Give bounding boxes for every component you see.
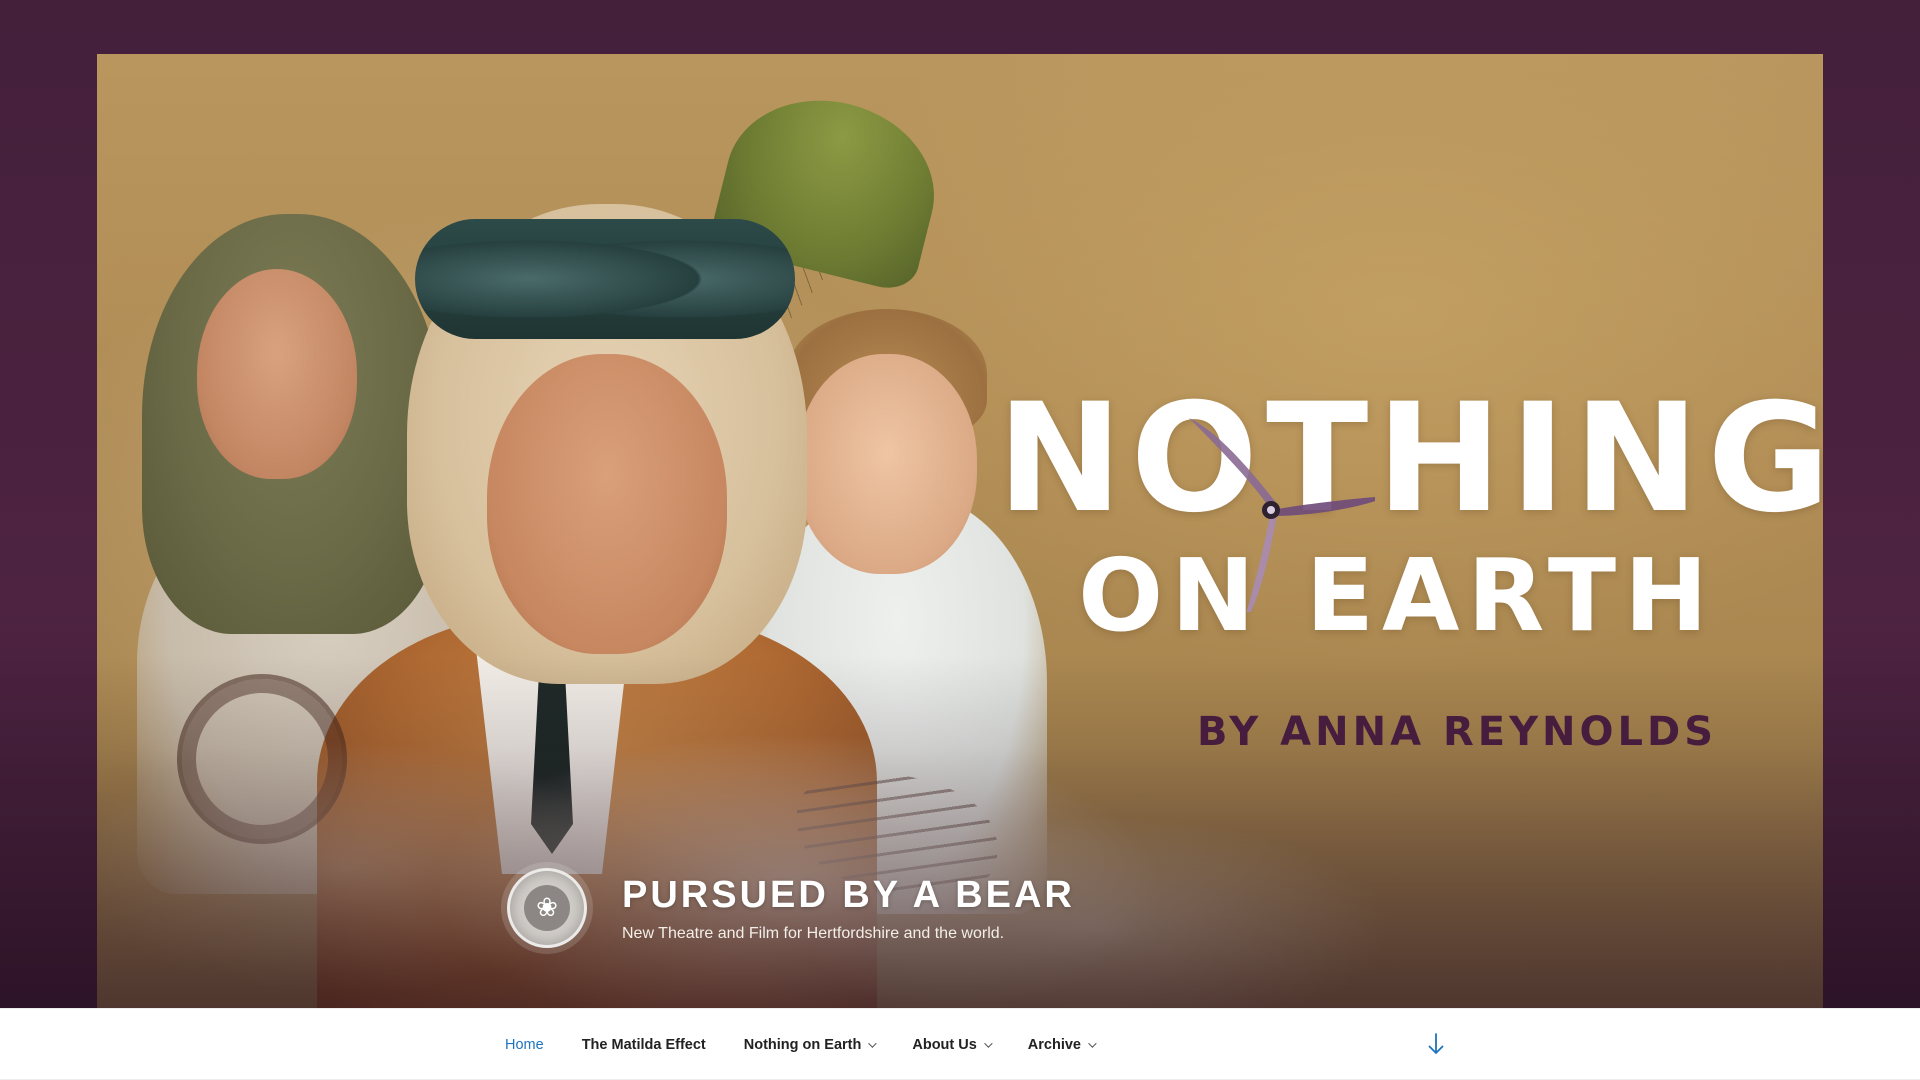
main-navigation: Home The Matilda Effect Nothing on Earth… bbox=[0, 1008, 1920, 1080]
paw-icon: ❀ bbox=[524, 885, 570, 931]
nav-item-the-matilda-effect[interactable]: The Matilda Effect bbox=[563, 1009, 725, 1080]
nav-item-home[interactable]: Home bbox=[486, 1009, 563, 1080]
figure-right-face bbox=[797, 354, 977, 574]
nav-item-label: Home bbox=[505, 1037, 544, 1053]
nav-item-archive[interactable]: Archive bbox=[1009, 1009, 1113, 1080]
nav-menu: Home The Matilda Effect Nothing on Earth… bbox=[486, 1009, 1113, 1080]
nav-item-label: The Matilda Effect bbox=[581, 1037, 706, 1053]
chevron-down-icon bbox=[868, 1039, 878, 1048]
nav-item-label: About Us bbox=[912, 1037, 977, 1053]
arrow-down-icon bbox=[1428, 1033, 1444, 1054]
site-header: NOTHING ON EARTH BY ANNA REYNOLDS ❀ PURS… bbox=[0, 0, 1920, 1008]
nav-item-label: Archive bbox=[1027, 1037, 1081, 1053]
scroll-down-button[interactable] bbox=[1424, 1024, 1448, 1064]
site-title-link[interactable]: PURSUED BY A BEAR bbox=[622, 874, 1075, 917]
poster-byline: BY ANNA REYNOLDS bbox=[1196, 709, 1718, 755]
poster-title: NOTHING ON EARTH bbox=[997, 372, 1823, 654]
figure-left-face bbox=[197, 269, 357, 479]
site-tagline: New Theatre and Film for Hertfordshire a… bbox=[622, 924, 1005, 942]
site-branding: ❀ PURSUED BY A BEAR New Theatre and Film… bbox=[507, 868, 1075, 948]
goggles-icon bbox=[415, 219, 795, 339]
site-branding-text: PURSUED BY A BEAR New Theatre and Film f… bbox=[622, 874, 1075, 943]
nav-item-about-us[interactable]: About Us bbox=[893, 1009, 1008, 1080]
chevron-down-icon bbox=[1088, 1039, 1097, 1048]
propeller-icon bbox=[1189, 418, 1375, 612]
site-logo[interactable]: ❀ bbox=[507, 868, 587, 948]
header-poster-image: NOTHING ON EARTH BY ANNA REYNOLDS bbox=[97, 54, 1823, 1008]
nav-item-nothing-on-earth[interactable]: Nothing on Earth bbox=[725, 1009, 894, 1080]
figure-center-face bbox=[487, 354, 727, 654]
poster-title-line2: ON EARTH bbox=[1078, 537, 1716, 654]
nav-item-label: Nothing on Earth bbox=[743, 1037, 862, 1053]
chevron-down-icon bbox=[983, 1039, 993, 1048]
poster-title-line1: NOTHING bbox=[997, 372, 1823, 546]
